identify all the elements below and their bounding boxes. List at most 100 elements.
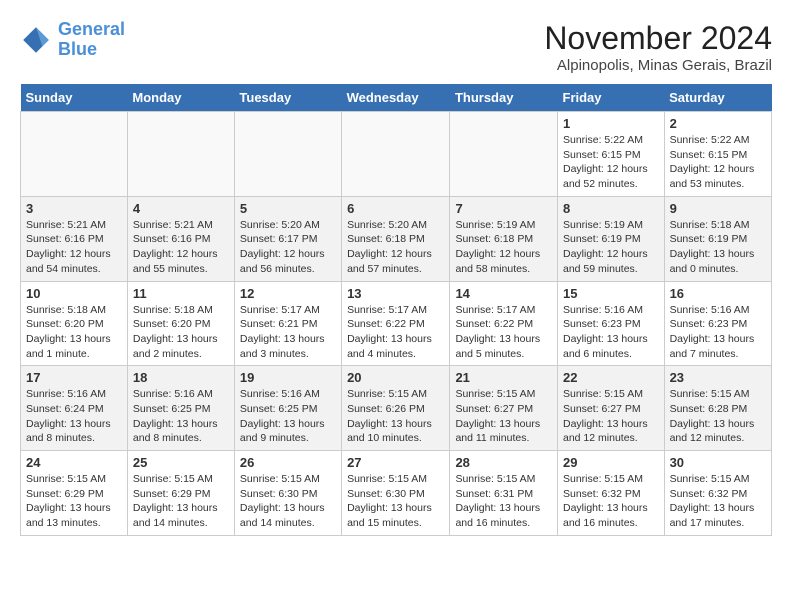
calendar-cell: 24 Sunrise: 5:15 AM Sunset: 6:29 PM Dayli… xyxy=(21,451,128,536)
day-number: 10 xyxy=(26,286,122,301)
day-number: 12 xyxy=(240,286,336,301)
day-number: 1 xyxy=(563,116,659,131)
day-number: 22 xyxy=(563,370,659,385)
day-number: 11 xyxy=(133,286,229,301)
calendar-cell: 23 Sunrise: 5:15 AM Sunset: 6:28 PM Dayli… xyxy=(664,366,771,451)
day-number: 24 xyxy=(26,455,122,470)
day-number: 28 xyxy=(455,455,552,470)
day-number: 25 xyxy=(133,455,229,470)
day-info: Sunrise: 5:16 AM Sunset: 6:25 PM Dayligh… xyxy=(133,387,229,446)
col-header-monday: Monday xyxy=(127,84,234,112)
day-info: Sunrise: 5:20 AM Sunset: 6:18 PM Dayligh… xyxy=(347,218,444,277)
calendar-cell: 13Sunrise: 5:17 AM Sunset: 6:22 PM Dayli… xyxy=(342,281,450,366)
day-info: Sunrise: 5:17 AM Sunset: 6:21 PM Dayligh… xyxy=(240,303,336,362)
day-number: 16 xyxy=(670,286,766,301)
day-number: 21 xyxy=(455,370,552,385)
day-info: Sunrise: 5:15 AM Sunset: 6:29 PM Dayligh… xyxy=(26,472,122,531)
logo-text: General Blue xyxy=(58,20,125,60)
calendar-table: SundayMondayTuesdayWednesdayThursdayFrid… xyxy=(20,84,772,536)
calendar-cell xyxy=(234,112,341,197)
day-number: 29 xyxy=(563,455,659,470)
day-number: 23 xyxy=(670,370,766,385)
calendar-cell xyxy=(127,112,234,197)
day-number: 3 xyxy=(26,201,122,216)
day-number: 6 xyxy=(347,201,444,216)
calendar-cell: 3 Sunrise: 5:21 AM Sunset: 6:16 PM Daylig… xyxy=(21,196,128,281)
col-header-friday: Friday xyxy=(558,84,665,112)
day-number: 2 xyxy=(670,116,766,131)
page-header: General Blue November 2024 Alpinopolis, … xyxy=(20,20,772,74)
day-number: 19 xyxy=(240,370,336,385)
logo-line1: General xyxy=(58,19,125,39)
col-header-wednesday: Wednesday xyxy=(342,84,450,112)
month-title: November 2024 xyxy=(544,20,772,57)
day-info: Sunrise: 5:16 AM Sunset: 6:23 PM Dayligh… xyxy=(563,303,659,362)
day-info: Sunrise: 5:17 AM Sunset: 6:22 PM Dayligh… xyxy=(455,303,552,362)
calendar-cell: 8Sunrise: 5:19 AM Sunset: 6:19 PM Daylig… xyxy=(558,196,665,281)
day-info: Sunrise: 5:18 AM Sunset: 6:20 PM Dayligh… xyxy=(26,303,122,362)
day-number: 14 xyxy=(455,286,552,301)
calendar-cell: 22 Sunrise: 5:15 AM Sunset: 6:27 PM Dayli… xyxy=(558,366,665,451)
calendar-week-1: 3 Sunrise: 5:21 AM Sunset: 6:16 PM Daylig… xyxy=(21,196,772,281)
day-number: 26 xyxy=(240,455,336,470)
day-number: 30 xyxy=(670,455,766,470)
col-header-thursday: Thursday xyxy=(450,84,558,112)
calendar-cell: 2 Sunrise: 5:22 AM Sunset: 6:15 PM Daylig… xyxy=(664,112,771,197)
day-info: Sunrise: 5:15 AM Sunset: 6:29 PM Dayligh… xyxy=(133,472,229,531)
day-info: Sunrise: 5:19 AM Sunset: 6:19 PM Dayligh… xyxy=(563,218,659,277)
day-info: Sunrise: 5:15 AM Sunset: 6:28 PM Dayligh… xyxy=(670,387,766,446)
calendar-cell: 16 Sunrise: 5:16 AM Sunset: 6:23 PM Dayli… xyxy=(664,281,771,366)
calendar-cell xyxy=(450,112,558,197)
calendar-cell: 7Sunrise: 5:19 AM Sunset: 6:18 PM Daylig… xyxy=(450,196,558,281)
calendar-cell: 14 Sunrise: 5:17 AM Sunset: 6:22 PM Dayli… xyxy=(450,281,558,366)
calendar-header-row: SundayMondayTuesdayWednesdayThursdayFrid… xyxy=(21,84,772,112)
calendar-cell: 11 Sunrise: 5:18 AM Sunset: 6:20 PM Dayli… xyxy=(127,281,234,366)
day-info: Sunrise: 5:15 AM Sunset: 6:27 PM Dayligh… xyxy=(563,387,659,446)
day-info: Sunrise: 5:16 AM Sunset: 6:23 PM Dayligh… xyxy=(670,303,766,362)
calendar-cell: 21Sunrise: 5:15 AM Sunset: 6:27 PM Dayli… xyxy=(450,366,558,451)
day-number: 5 xyxy=(240,201,336,216)
day-info: Sunrise: 5:22 AM Sunset: 6:15 PM Dayligh… xyxy=(670,133,766,192)
calendar-cell: 27Sunrise: 5:15 AM Sunset: 6:30 PM Dayli… xyxy=(342,451,450,536)
day-number: 13 xyxy=(347,286,444,301)
day-info: Sunrise: 5:20 AM Sunset: 6:17 PM Dayligh… xyxy=(240,218,336,277)
day-info: Sunrise: 5:21 AM Sunset: 6:16 PM Dayligh… xyxy=(26,218,122,277)
calendar-week-0: 1 Sunrise: 5:22 AM Sunset: 6:15 PM Daylig… xyxy=(21,112,772,197)
calendar-cell xyxy=(21,112,128,197)
day-number: 20 xyxy=(347,370,444,385)
col-header-saturday: Saturday xyxy=(664,84,771,112)
day-number: 18 xyxy=(133,370,229,385)
day-number: 15 xyxy=(563,286,659,301)
day-info: Sunrise: 5:19 AM Sunset: 6:18 PM Dayligh… xyxy=(455,218,552,277)
calendar-cell: 4 Sunrise: 5:21 AM Sunset: 6:16 PM Daylig… xyxy=(127,196,234,281)
calendar-cell: 19 Sunrise: 5:16 AM Sunset: 6:25 PM Dayli… xyxy=(234,366,341,451)
calendar-cell: 17 Sunrise: 5:16 AM Sunset: 6:24 PM Dayli… xyxy=(21,366,128,451)
calendar-week-4: 24 Sunrise: 5:15 AM Sunset: 6:29 PM Dayli… xyxy=(21,451,772,536)
logo-icon xyxy=(20,24,52,56)
day-info: Sunrise: 5:18 AM Sunset: 6:19 PM Dayligh… xyxy=(670,218,766,277)
day-info: Sunrise: 5:21 AM Sunset: 6:16 PM Dayligh… xyxy=(133,218,229,277)
calendar-cell xyxy=(342,112,450,197)
day-info: Sunrise: 5:15 AM Sunset: 6:32 PM Dayligh… xyxy=(670,472,766,531)
day-info: Sunrise: 5:16 AM Sunset: 6:25 PM Dayligh… xyxy=(240,387,336,446)
calendar-cell: 5 Sunrise: 5:20 AM Sunset: 6:17 PM Daylig… xyxy=(234,196,341,281)
calendar-cell: 1 Sunrise: 5:22 AM Sunset: 6:15 PM Daylig… xyxy=(558,112,665,197)
day-info: Sunrise: 5:15 AM Sunset: 6:32 PM Dayligh… xyxy=(563,472,659,531)
day-info: Sunrise: 5:15 AM Sunset: 6:26 PM Dayligh… xyxy=(347,387,444,446)
title-area: November 2024 Alpinopolis, Minas Gerais,… xyxy=(544,20,772,74)
logo: General Blue xyxy=(20,20,125,60)
calendar-cell: 25 Sunrise: 5:15 AM Sunset: 6:29 PM Dayli… xyxy=(127,451,234,536)
day-info: Sunrise: 5:15 AM Sunset: 6:30 PM Dayligh… xyxy=(240,472,336,531)
logo-line2: Blue xyxy=(58,39,97,59)
calendar-cell: 30 Sunrise: 5:15 AM Sunset: 6:32 PM Dayli… xyxy=(664,451,771,536)
day-info: Sunrise: 5:15 AM Sunset: 6:30 PM Dayligh… xyxy=(347,472,444,531)
col-header-tuesday: Tuesday xyxy=(234,84,341,112)
location-subtitle: Alpinopolis, Minas Gerais, Brazil xyxy=(544,57,772,74)
day-number: 4 xyxy=(133,201,229,216)
day-info: Sunrise: 5:22 AM Sunset: 6:15 PM Dayligh… xyxy=(563,133,659,192)
calendar-cell: 28Sunrise: 5:15 AM Sunset: 6:31 PM Dayli… xyxy=(450,451,558,536)
day-number: 17 xyxy=(26,370,122,385)
day-info: Sunrise: 5:16 AM Sunset: 6:24 PM Dayligh… xyxy=(26,387,122,446)
calendar-cell: 9Sunrise: 5:18 AM Sunset: 6:19 PM Daylig… xyxy=(664,196,771,281)
day-info: Sunrise: 5:18 AM Sunset: 6:20 PM Dayligh… xyxy=(133,303,229,362)
